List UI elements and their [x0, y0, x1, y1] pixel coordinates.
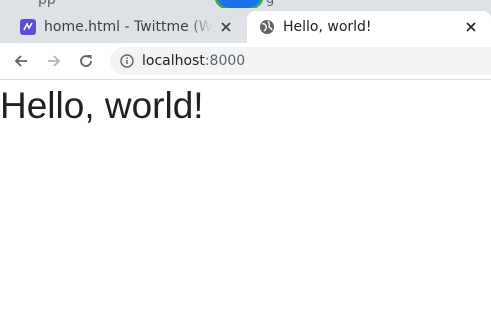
- page-heading: Hello, world!: [0, 85, 204, 126]
- back-arrow-icon[interactable]: [9, 49, 33, 73]
- tab-strip: home.html - Twittme (Wor Hello, world!: [0, 8, 491, 43]
- address-bar[interactable]: localhost:8000: [110, 47, 491, 75]
- chrome-logo-icon: [215, 0, 263, 8]
- close-icon[interactable]: [218, 19, 234, 35]
- info-icon[interactable]: [120, 54, 134, 68]
- url-host: localhost: [142, 53, 205, 69]
- app-icon: [20, 19, 36, 35]
- overlapping-window-fragment-2: g: [266, 0, 274, 7]
- tab-title: Hello, world!: [283, 19, 372, 35]
- tab-title: home.html - Twittme (Wor: [44, 19, 212, 35]
- close-icon[interactable]: [463, 19, 479, 35]
- window-top-strip: pp g: [0, 0, 491, 8]
- forward-arrow-icon[interactable]: [42, 49, 66, 73]
- globe-icon: [259, 19, 275, 35]
- browser-toolbar: localhost:8000: [0, 43, 491, 80]
- overlapping-window-fragment: pp: [38, 0, 56, 8]
- page-content: Hello, world!: [0, 80, 491, 328]
- tab-home-html[interactable]: home.html - Twittme (Wor: [8, 11, 246, 43]
- tab-hello-world[interactable]: Hello, world!: [247, 11, 491, 43]
- url-port: :8000: [204, 53, 246, 69]
- reload-icon[interactable]: [74, 49, 98, 73]
